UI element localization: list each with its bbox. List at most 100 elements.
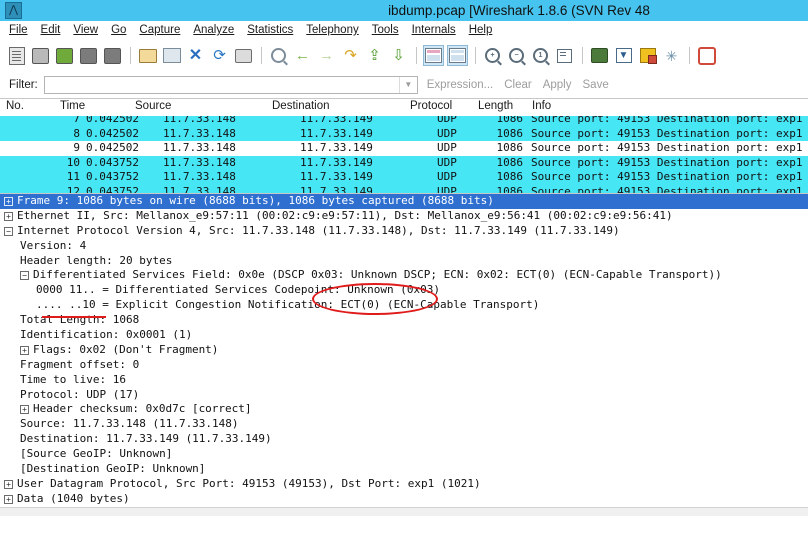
tree-item-frame[interactable]: +Frame 9: 1086 bytes on wire (8688 bits)… xyxy=(0,194,808,209)
find-packet-icon[interactable] xyxy=(268,45,289,66)
tree-item-identification[interactable]: Identification: 0x0001 (1) xyxy=(0,328,808,343)
tree-item-ipv4[interactable]: −Internet Protocol Version 4, Src: 11.7.… xyxy=(0,224,808,239)
menu-edit[interactable]: Edit xyxy=(41,21,61,40)
tree-item-ethernet[interactable]: +Ethernet II, Src: Mellanox_e9:57:11 (00… xyxy=(0,209,808,224)
open-file-icon[interactable] xyxy=(137,45,158,66)
filter-combobox[interactable]: ▼ xyxy=(44,76,418,94)
expand-plus-icon[interactable]: + xyxy=(20,346,29,355)
tree-item-header-length[interactable]: Header length: 20 bytes xyxy=(0,254,808,269)
tree-item-source-geoip[interactable]: [Source GeoIP: Unknown] xyxy=(0,447,808,462)
expand-plus-icon[interactable]: + xyxy=(20,405,29,414)
expand-plus-icon[interactable]: + xyxy=(4,495,13,504)
stop-capture-icon[interactable] xyxy=(78,45,99,66)
zoom-in-icon[interactable]: + xyxy=(482,45,503,66)
tree-item-destination-geoip[interactable]: [Destination GeoIP: Unknown] xyxy=(0,462,808,477)
collapse-minus-icon[interactable]: − xyxy=(20,271,29,280)
table-row[interactable]: 11 0.043752 11.7.33.148 11.7.33.149 UDP … xyxy=(0,170,808,185)
save-file-icon[interactable] xyxy=(161,45,182,66)
capture-options-icon[interactable] xyxy=(30,45,51,66)
tree-item-data[interactable]: +Data (1040 bytes) xyxy=(0,492,808,507)
menu-capture[interactable]: Capture xyxy=(139,21,180,40)
filter-label: Filter: xyxy=(9,79,38,91)
tree-item-header-checksum[interactable]: +Header checksum: 0x0d7c [correct] xyxy=(0,402,808,417)
ecn-bits-underline xyxy=(42,316,106,318)
menu-statistics[interactable]: Statistics xyxy=(247,21,293,40)
go-last-packet-icon[interactable]: ⇩ xyxy=(388,45,409,66)
tree-item-label: Time to live: 16 xyxy=(20,373,126,386)
menu-help[interactable]: Help xyxy=(469,21,493,40)
print-icon[interactable] xyxy=(233,45,254,66)
table-row[interactable]: 9 0.042502 11.7.33.148 11.7.33.149 UDP 1… xyxy=(0,141,808,156)
title-bar: ⋀ ibdump.pcap [Wireshark 1.8.6 (SVN Rev … xyxy=(0,0,808,21)
tree-item-source-address[interactable]: Source: 11.7.33.148 (11.7.33.148) xyxy=(0,417,808,432)
colorize-toggle-icon[interactable] xyxy=(423,45,444,66)
go-back-icon[interactable]: ← xyxy=(292,45,313,66)
packet-list-pane[interactable]: No. Time Source Destination Protocol Len… xyxy=(0,98,808,193)
auto-scroll-icon[interactable] xyxy=(447,45,468,66)
coloring-rules-icon[interactable] xyxy=(637,45,658,66)
capture-filters-icon[interactable] xyxy=(589,45,610,66)
column-header-time[interactable]: Time xyxy=(60,100,85,112)
menu-analyze-label: Analyze xyxy=(193,24,234,36)
column-header-protocol[interactable]: Protocol xyxy=(410,100,452,112)
column-header-no[interactable]: No. xyxy=(6,100,24,112)
menu-go-label: Go xyxy=(111,24,126,36)
tree-item-dscp-bits[interactable]: 0000 11.. = Differentiated Services Code… xyxy=(0,283,808,298)
tree-item-version[interactable]: Version: 4 xyxy=(0,239,808,254)
collapse-minus-icon[interactable]: − xyxy=(4,227,13,236)
display-filters-icon[interactable]: ▼ xyxy=(613,45,634,66)
save-filter-button[interactable]: Save xyxy=(583,79,609,91)
menu-analyze[interactable]: Analyze xyxy=(193,21,234,40)
tree-item-destination-address[interactable]: Destination: 11.7.33.149 (11.7.33.149) xyxy=(0,432,808,447)
go-to-packet-icon[interactable]: ↷ xyxy=(340,45,361,66)
column-header-length[interactable]: Length xyxy=(478,100,513,112)
menu-go[interactable]: Go xyxy=(111,21,126,40)
expand-plus-icon[interactable]: + xyxy=(4,197,13,206)
preferences-icon[interactable]: ✳ xyxy=(661,45,682,66)
zoom-reset-icon[interactable]: 1 xyxy=(530,45,551,66)
tree-item-ecn-bits[interactable]: .... ..10 = Explicit Congestion Notifica… xyxy=(0,298,808,313)
menu-file[interactable]: File xyxy=(9,21,28,40)
table-row[interactable]: 8 0.042502 11.7.33.148 11.7.33.149 UDP 1… xyxy=(0,127,808,142)
cell-info: Source port: 49153 Destination port: exp… xyxy=(531,170,803,185)
cell-source: 11.7.33.148 xyxy=(163,141,236,156)
expand-plus-icon[interactable]: + xyxy=(4,480,13,489)
table-row[interactable]: 10 0.043752 11.7.33.148 11.7.33.149 UDP … xyxy=(0,156,808,171)
help-contents-icon[interactable] xyxy=(696,45,717,66)
menu-telephony[interactable]: Telephony xyxy=(306,21,358,40)
tree-item-udp[interactable]: +User Datagram Protocol, Src Port: 49153… xyxy=(0,477,808,492)
tree-item-ttl[interactable]: Time to live: 16 xyxy=(0,373,808,388)
close-file-icon[interactable]: ✕ xyxy=(185,45,206,66)
tree-item-dsfield[interactable]: −Differentiated Services Field: 0x0e (DS… xyxy=(0,268,808,283)
clear-filter-button[interactable]: Clear xyxy=(504,79,531,91)
cell-protocol: UDP xyxy=(437,141,457,156)
start-capture-icon[interactable] xyxy=(54,45,75,66)
cell-protocol: UDP xyxy=(437,127,457,142)
column-header-source[interactable]: Source xyxy=(135,100,171,112)
column-header-destination[interactable]: Destination xyxy=(272,100,330,112)
go-forward-icon[interactable]: → xyxy=(316,45,337,66)
chevron-down-icon[interactable]: ▼ xyxy=(399,77,417,93)
tree-item-total-length[interactable]: Total Length: 1068 xyxy=(0,313,808,328)
restart-capture-icon[interactable] xyxy=(102,45,123,66)
expand-plus-icon[interactable]: + xyxy=(4,212,13,221)
cell-time: 0.042502 xyxy=(86,127,139,142)
expression-button[interactable]: Expression... xyxy=(427,79,493,91)
menu-view[interactable]: View xyxy=(73,21,98,40)
column-header-info[interactable]: Info xyxy=(532,100,551,112)
apply-filter-button[interactable]: Apply xyxy=(543,79,572,91)
reload-file-icon[interactable]: ⟳ xyxy=(209,45,230,66)
menu-tools[interactable]: Tools xyxy=(372,21,399,40)
packet-details-pane[interactable]: +Frame 9: 1086 bytes on wire (8688 bits)… xyxy=(0,193,808,525)
resize-columns-icon[interactable] xyxy=(554,45,575,66)
tree-item-flags[interactable]: +Flags: 0x02 (Don't Fragment) xyxy=(0,343,808,358)
go-first-packet-icon[interactable]: ⇪ xyxy=(364,45,385,66)
zoom-out-icon[interactable]: − xyxy=(506,45,527,66)
filter-input[interactable] xyxy=(45,76,399,94)
table-row[interactable]: 12 0.043752 11.7.33.148 11.7.33.149 UDP … xyxy=(0,185,808,194)
tree-item-protocol[interactable]: Protocol: UDP (17) xyxy=(0,388,808,403)
toolbar-separator xyxy=(130,47,131,64)
tree-item-fragment-offset[interactable]: Fragment offset: 0 xyxy=(0,358,808,373)
interfaces-list-icon[interactable] xyxy=(6,45,27,66)
menu-internals[interactable]: Internals xyxy=(412,21,456,40)
